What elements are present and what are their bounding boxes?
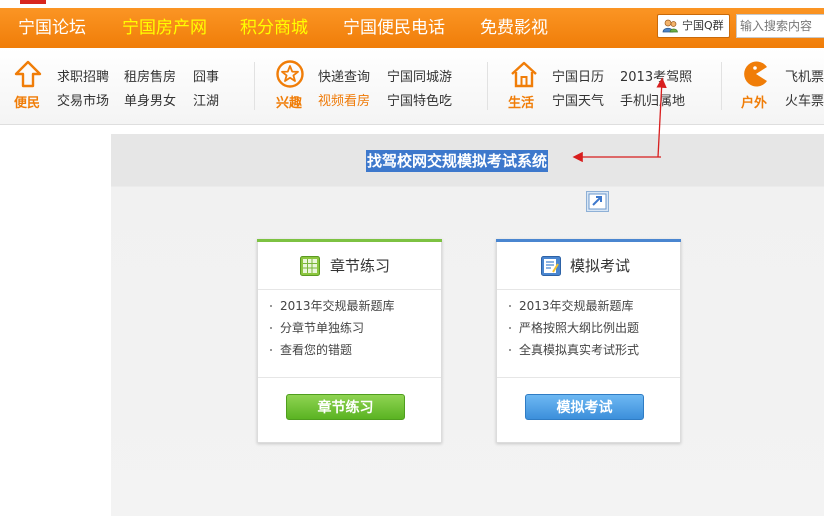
card-accent-bar [257, 239, 442, 242]
qq-group-label: 宁国Q群 [682, 19, 724, 32]
group-label: 户外 [741, 96, 768, 111]
link-train[interactable]: 火车票 [785, 90, 824, 109]
divider [487, 62, 488, 110]
group-label: 生活 [508, 96, 535, 111]
group-label: 便民 [14, 96, 41, 111]
link-video-house[interactable]: 视频看房 [318, 90, 370, 109]
link-express[interactable]: 快递查询 [318, 66, 370, 85]
link-calendar[interactable]: 宁国日历 [552, 66, 604, 85]
brand-strip [20, 0, 46, 4]
group-label: 兴趣 [276, 96, 303, 111]
nav-points-mall[interactable]: 积分商城 [240, 8, 308, 48]
link-phone-location[interactable]: 手机归属地 [620, 90, 685, 109]
card-footer: 模拟考试 [497, 377, 680, 443]
nav-movies[interactable]: 免费影视 [480, 8, 548, 48]
list-item: 查看您的错题 [268, 339, 395, 361]
nav-realestate[interactable]: 宁国房产网 [122, 8, 207, 48]
card-mock-exam: 模拟考试 2013年交规最新题库 严格按照大纲比例出题 全真模拟真实考试形式 模… [496, 239, 681, 443]
external-link-icon[interactable] [586, 191, 609, 212]
link-jianghu[interactable]: 江湖 [193, 90, 219, 109]
link-driving-license[interactable]: 2013考驾照 [620, 66, 692, 85]
card-title: 模拟考试 [570, 257, 631, 275]
card-header: 模拟考试 [497, 243, 680, 290]
link-jobs[interactable]: 求职招聘 [57, 66, 109, 85]
house-icon [511, 61, 537, 88]
list-item: 2013年交规最新题库 [268, 295, 395, 317]
page-title: 找驾校网交规模拟考试系统 [366, 150, 549, 172]
star-circle-icon [276, 60, 304, 88]
grid-list-icon [300, 256, 320, 276]
card-chapter-practice: 章节练习 2013年交规最新题库 分章节单独练习 查看您的错题 章节练习 [257, 239, 442, 443]
link-travel[interactable]: 宁国同城游 [387, 66, 452, 85]
qq-group-button[interactable]: 宁国Q群 [657, 14, 730, 38]
link-flight[interactable]: 飞机票 [785, 66, 824, 85]
card-footer: 章节练习 [258, 377, 441, 443]
link-singles[interactable]: 单身男女 [124, 90, 176, 109]
divider [721, 62, 722, 110]
card-header: 章节练习 [258, 243, 441, 290]
mock-exam-button[interactable]: 模拟考试 [525, 394, 644, 420]
link-rent[interactable]: 租房售房 [124, 66, 176, 85]
search-input[interactable] [736, 14, 824, 38]
link-food[interactable]: 宁国特色吃 [387, 90, 452, 109]
link-bar: 便民 求职招聘 租房售房 囧事 交易市场 单身男女 江湖 兴趣 快递查询 宁国同… [0, 48, 824, 125]
list-item: 全真模拟真实考试形式 [507, 339, 639, 361]
link-market[interactable]: 交易市场 [57, 90, 109, 109]
chapter-practice-button[interactable]: 章节练习 [286, 394, 405, 420]
list-item: 严格按照大纲比例出题 [507, 317, 639, 339]
list-item: 分章节单独练习 [268, 317, 395, 339]
link-weather[interactable]: 宁国天气 [552, 90, 604, 109]
link-funny[interactable]: 囧事 [193, 66, 219, 85]
people-icon [662, 19, 678, 33]
divider [254, 62, 255, 110]
exam-panel [111, 134, 824, 516]
exam-paper-icon [541, 256, 561, 276]
pacman-icon [744, 61, 767, 87]
feature-list: 2013年交规最新题库 严格按照大纲比例出题 全真模拟真实考试形式 [507, 295, 639, 361]
nav-phonebook[interactable]: 宁国便民电话 [343, 8, 445, 48]
card-accent-bar [496, 239, 681, 242]
feature-list: 2013年交规最新题库 分章节单独练习 查看您的错题 [268, 295, 395, 361]
up-arrow-icon [14, 60, 42, 88]
card-title: 章节练习 [330, 257, 391, 275]
nav-forum[interactable]: 宁国论坛 [18, 8, 86, 48]
list-item: 2013年交规最新题库 [507, 295, 639, 317]
